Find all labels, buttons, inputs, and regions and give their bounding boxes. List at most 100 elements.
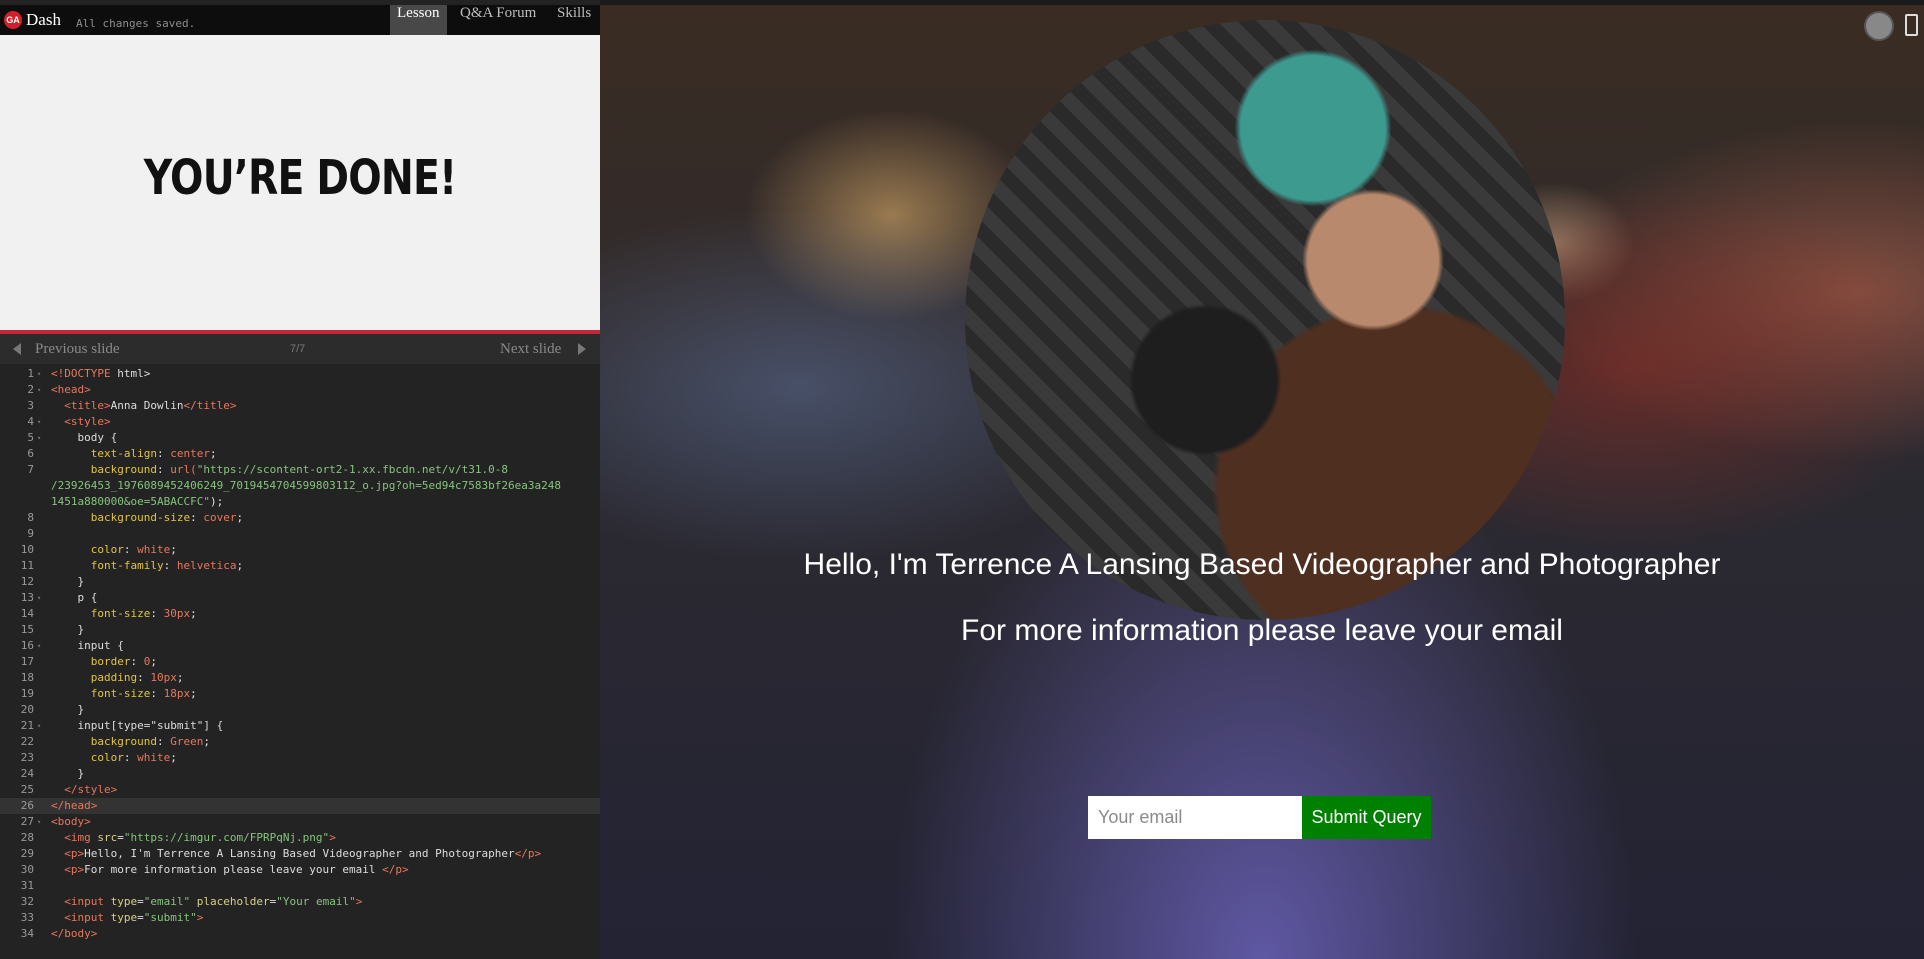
code-line[interactable]: 31 bbox=[0, 878, 600, 894]
code-text[interactable]: } bbox=[51, 702, 599, 718]
email-field[interactable] bbox=[1088, 796, 1317, 839]
code-line[interactable]: 9 bbox=[0, 526, 600, 542]
phone-icon[interactable] bbox=[1902, 11, 1918, 37]
profile-image bbox=[965, 20, 1565, 620]
code-line[interactable]: 11 font-family: helvetica; bbox=[0, 558, 600, 574]
tab-lesson[interactable]: Lesson bbox=[390, 5, 447, 35]
previous-slide-button[interactable]: Previous slide bbox=[35, 341, 120, 358]
code-line[interactable]: 22 background: Green; bbox=[0, 734, 600, 750]
fold-arrow-icon[interactable]: ▾ bbox=[37, 430, 41, 446]
code-text[interactable]: background: Green; bbox=[51, 734, 599, 750]
tab-qa-forum[interactable]: Q&A Forum bbox=[453, 5, 543, 35]
code-line[interactable]: 20 } bbox=[0, 702, 600, 718]
code-line[interactable]: 17 border: 0; bbox=[0, 654, 600, 670]
code-text[interactable]: color: white; bbox=[51, 750, 599, 766]
line-number: 6 bbox=[27, 447, 34, 460]
line-number: 15 bbox=[20, 623, 34, 636]
code-line[interactable]: 10 color: white; bbox=[0, 542, 600, 558]
fold-arrow-icon[interactable]: ▾ bbox=[37, 382, 41, 398]
code-line[interactable]: 6 text-align: center; bbox=[0, 446, 600, 462]
next-arrow-icon[interactable] bbox=[578, 343, 586, 355]
code-line[interactable]: 32 <input type="email" placeholder="Your… bbox=[0, 894, 600, 910]
circle-toggle-icon[interactable] bbox=[1864, 11, 1894, 41]
code-text[interactable]: font-size: 30px; bbox=[51, 606, 599, 622]
code-line[interactable]: 25 </style> bbox=[0, 782, 600, 798]
code-line[interactable]: 21 ▾ input[type="submit"] { bbox=[0, 718, 600, 734]
code-text[interactable]: background: url("https://scontent-ort2-1… bbox=[51, 462, 599, 510]
line-number: 29 bbox=[20, 847, 34, 860]
code-line[interactable]: 33 <input type="submit"> bbox=[0, 910, 600, 926]
code-line[interactable]: 5 ▾ body { bbox=[0, 430, 600, 446]
code-text[interactable]: </body> bbox=[51, 926, 599, 942]
code-text[interactable]: <p>Hello, I'm Terrence A Lansing Based V… bbox=[51, 846, 599, 862]
code-text[interactable]: padding: 10px; bbox=[51, 670, 599, 686]
code-line[interactable]: 1 ▾ <!DOCTYPE html> bbox=[0, 366, 600, 382]
code-text[interactable]: </head> bbox=[51, 798, 599, 814]
code-text[interactable]: body { bbox=[51, 430, 599, 446]
code-line[interactable]: 14 font-size: 30px; bbox=[0, 606, 600, 622]
code-editor[interactable]: 1 ▾ <!DOCTYPE html> 2 ▾ <head> 3 <title>Anna D… bbox=[0, 364, 600, 959]
submit-button[interactable]: Submit Query bbox=[1302, 796, 1431, 839]
code-line[interactable]: 15 } bbox=[0, 622, 600, 638]
fold-arrow-icon[interactable]: ▾ bbox=[37, 414, 41, 430]
code-line[interactable]: 26 </head> bbox=[0, 798, 600, 814]
code-text[interactable]: p { bbox=[51, 590, 599, 606]
code-line[interactable]: 16 ▾ input { bbox=[0, 638, 600, 654]
fold-arrow-icon[interactable]: ▾ bbox=[37, 814, 41, 830]
code-text[interactable]: text-align: center; bbox=[51, 446, 599, 462]
line-number: 7 bbox=[27, 463, 34, 476]
code-text[interactable]: <head> bbox=[51, 382, 599, 398]
code-text[interactable]: <input type="email" placeholder="Your em… bbox=[51, 894, 599, 910]
next-slide-button[interactable]: Next slide bbox=[500, 341, 561, 358]
code-text[interactable]: color: white; bbox=[51, 542, 599, 558]
code-text[interactable]: input { bbox=[51, 638, 599, 654]
code-text[interactable]: <title>Anna Dowlin</title> bbox=[51, 398, 599, 414]
code-line[interactable]: 8 background-size: cover; bbox=[0, 510, 600, 526]
code-text[interactable]: <!DOCTYPE html> bbox=[51, 366, 599, 382]
code-text[interactable]: <style> bbox=[51, 414, 599, 430]
line-number: 9 bbox=[27, 527, 34, 540]
code-line[interactable]: 24 } bbox=[0, 766, 600, 782]
code-line[interactable]: 34 </body> bbox=[0, 926, 600, 942]
ga-logo-icon[interactable]: GA bbox=[4, 11, 22, 29]
code-line[interactable]: 13 ▾ p { bbox=[0, 590, 600, 606]
code-line[interactable]: 28 <img src="https://imgur.com/FPRPqNj.p… bbox=[0, 830, 600, 846]
slide-navigation: Previous slide 7/7 Next slide bbox=[0, 334, 600, 364]
code-line[interactable]: 3 <title>Anna Dowlin</title> bbox=[0, 398, 600, 414]
fold-arrow-icon[interactable]: ▾ bbox=[37, 638, 41, 654]
code-line[interactable]: 19 font-size: 18px; bbox=[0, 686, 600, 702]
slide-title: YOU’RE DONE! bbox=[143, 150, 457, 206]
code-line[interactable]: 18 padding: 10px; bbox=[0, 670, 600, 686]
code-line[interactable]: 7 background: url("https://scontent-ort2… bbox=[0, 462, 600, 510]
line-number: 27 bbox=[20, 815, 34, 828]
code-text[interactable]: background-size: cover; bbox=[51, 510, 599, 526]
code-line[interactable]: 4 ▾ <style> bbox=[0, 414, 600, 430]
code-text[interactable]: <p>For more information please leave you… bbox=[51, 862, 599, 878]
line-number: 30 bbox=[20, 863, 34, 876]
code-text[interactable]: } bbox=[51, 574, 599, 590]
previous-arrow-icon[interactable] bbox=[13, 343, 21, 355]
code-line[interactable]: 23 color: white; bbox=[0, 750, 600, 766]
code-text[interactable]: input[type="submit"] { bbox=[51, 718, 599, 734]
fold-arrow-icon[interactable]: ▾ bbox=[37, 590, 41, 606]
code-text[interactable]: } bbox=[51, 766, 599, 782]
tab-skills[interactable]: Skills bbox=[550, 5, 598, 35]
code-text[interactable]: font-size: 18px; bbox=[51, 686, 599, 702]
app-brand[interactable]: Dash bbox=[26, 10, 61, 30]
fold-arrow-icon[interactable]: ▾ bbox=[37, 718, 41, 734]
code-line[interactable]: 27 ▾ <body> bbox=[0, 814, 600, 830]
code-text[interactable]: <img src="https://imgur.com/FPRPqNj.png"… bbox=[51, 830, 599, 846]
code-text[interactable]: border: 0; bbox=[51, 654, 599, 670]
code-line[interactable]: 29 <p>Hello, I'm Terrence A Lansing Base… bbox=[0, 846, 600, 862]
line-number: 11 bbox=[20, 559, 34, 572]
fold-arrow-icon[interactable]: ▾ bbox=[37, 366, 41, 382]
code-line[interactable]: 30 <p>For more information please leave … bbox=[0, 862, 600, 878]
code-text[interactable]: </style> bbox=[51, 782, 599, 798]
slide-counter: 7/7 bbox=[290, 343, 306, 355]
code-line[interactable]: 12 } bbox=[0, 574, 600, 590]
code-line[interactable]: 2 ▾ <head> bbox=[0, 382, 600, 398]
code-text[interactable]: <body> bbox=[51, 814, 599, 830]
code-text[interactable]: <input type="submit"> bbox=[51, 910, 599, 926]
code-text[interactable]: } bbox=[51, 622, 599, 638]
code-text[interactable]: font-family: helvetica; bbox=[51, 558, 599, 574]
